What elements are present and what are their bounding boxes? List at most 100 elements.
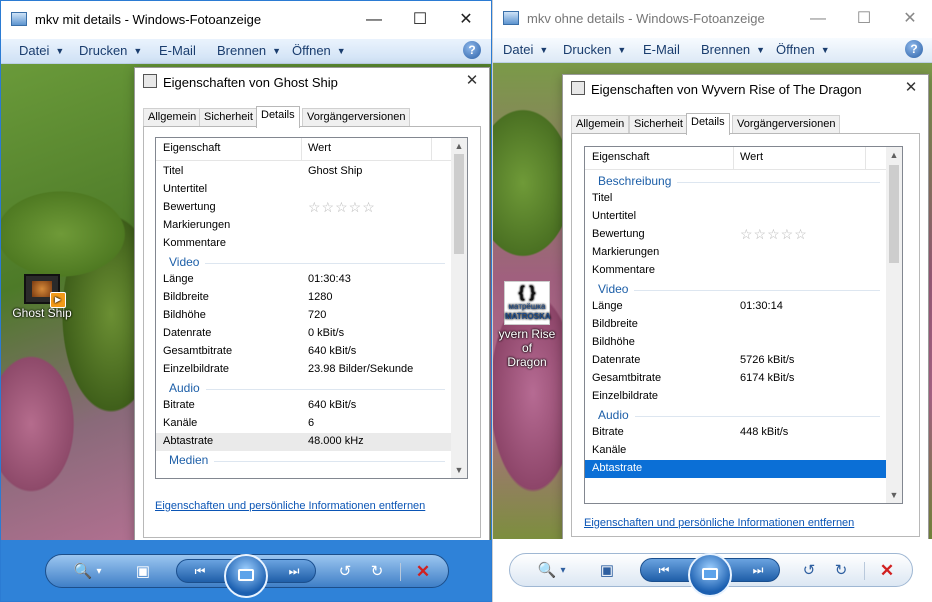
scroll-up-icon[interactable]: ▲ bbox=[451, 138, 467, 154]
rotate-clockwise-icon[interactable]: ↻ bbox=[366, 564, 388, 580]
menu-print[interactable]: Drucken ▼ bbox=[79, 43, 142, 58]
property-row[interactable]: Bildbreite bbox=[585, 316, 886, 334]
column-divider[interactable] bbox=[733, 147, 734, 169]
scroll-down-icon[interactable]: ▼ bbox=[451, 462, 467, 478]
vertical-scrollbar[interactable]: ▲ ▼ bbox=[886, 147, 902, 503]
column-divider[interactable] bbox=[865, 147, 866, 169]
tab-security[interactable]: Sicherheit bbox=[629, 115, 688, 133]
maximize-button[interactable]: ☐ bbox=[397, 1, 443, 39]
desktop-file-icon[interactable]: { } матрёшка MATROSKA yvern Rise of Drag… bbox=[493, 281, 561, 369]
property-row[interactable]: Bitrate 448 kBit/s bbox=[585, 424, 886, 442]
tab-previous-versions[interactable]: Vorgängerversionen bbox=[302, 108, 411, 126]
zoom-dropdown-icon[interactable]: ▾ bbox=[552, 563, 574, 579]
group-heading-label: Audio bbox=[169, 381, 200, 395]
slideshow-button[interactable] bbox=[224, 554, 268, 598]
dialog-close-icon[interactable]: ✕ bbox=[900, 77, 922, 99]
previous-icon[interactable]: ⏮ bbox=[189, 564, 211, 579]
scroll-up-icon[interactable]: ▲ bbox=[886, 147, 902, 163]
remove-properties-link[interactable]: Eigenschaften und persönliche Informatio… bbox=[155, 500, 425, 512]
property-row[interactable]: Länge 01:30:14 bbox=[585, 298, 886, 316]
menu-open[interactable]: Öffnen ▼ bbox=[292, 43, 346, 58]
details-list[interactable]: Eigenschaft Wert Beschreibung Titel Untert… bbox=[584, 146, 903, 504]
delete-icon[interactable]: ✕ bbox=[412, 563, 434, 580]
tab-previous-versions[interactable]: Vorgängerversionen bbox=[732, 115, 841, 133]
close-button[interactable]: ✕ bbox=[443, 1, 489, 39]
remove-properties-link[interactable]: Eigenschaften und persönliche Informatio… bbox=[584, 517, 854, 529]
property-row[interactable]: Bewertung ☆☆☆☆☆ bbox=[585, 226, 886, 244]
title-bar[interactable]: mkv mit details - Windows-Fotoanzeige — … bbox=[1, 1, 491, 39]
help-icon[interactable]: ? bbox=[905, 40, 923, 58]
property-row[interactable]: Kommentare bbox=[156, 235, 451, 253]
property-row[interactable]: Datenrate 0 kBit/s bbox=[156, 325, 451, 343]
vertical-scrollbar[interactable]: ▲ ▼ bbox=[451, 138, 467, 478]
menu-file[interactable]: Datei ▼ bbox=[19, 43, 64, 58]
zoom-dropdown-icon[interactable]: ▾ bbox=[88, 564, 110, 580]
property-row[interactable]: Abtastrate bbox=[585, 460, 886, 478]
property-row[interactable]: Bildhöhe bbox=[585, 334, 886, 352]
property-row[interactable]: Markierungen bbox=[156, 217, 451, 235]
property-row[interactable]: Abtastrate 48.000 kHz bbox=[156, 433, 451, 451]
property-row[interactable]: Kommentare bbox=[585, 262, 886, 280]
property-row[interactable]: Einzelbildrate bbox=[585, 388, 886, 406]
previous-icon[interactable]: ⏮ bbox=[653, 563, 675, 578]
scroll-thumb[interactable] bbox=[889, 165, 899, 263]
property-row[interactable]: Datenrate 5726 kBit/s bbox=[585, 352, 886, 370]
rating-stars[interactable]: ☆☆☆☆☆ bbox=[740, 226, 808, 243]
property-row[interactable]: Bitrate 640 kBit/s bbox=[156, 397, 451, 415]
minimize-button[interactable]: — bbox=[795, 0, 841, 38]
property-row[interactable]: Markierungen bbox=[585, 244, 886, 262]
rating-stars[interactable]: ☆☆☆☆☆ bbox=[308, 199, 376, 216]
title-bar[interactable]: mkv ohne details - Windows-Fotoanzeige —… bbox=[493, 0, 932, 38]
tab-general[interactable]: Allgemein bbox=[143, 108, 202, 126]
column-header-value[interactable]: Wert bbox=[740, 151, 763, 163]
property-row[interactable]: Bildhöhe 720 bbox=[156, 307, 451, 325]
tab-security[interactable]: Sicherheit bbox=[199, 108, 258, 126]
delete-icon[interactable]: ✕ bbox=[876, 562, 898, 579]
tab-details[interactable]: Details bbox=[686, 113, 730, 135]
menu-open[interactable]: Öffnen ▼ bbox=[776, 42, 830, 57]
actual-size-icon[interactable]: ▣ bbox=[596, 563, 618, 579]
column-divider[interactable] bbox=[301, 138, 302, 160]
property-row[interactable]: Kanäle 6 bbox=[156, 415, 451, 433]
next-icon[interactable]: ⏭ bbox=[747, 563, 769, 578]
menu-email[interactable]: E-Mail bbox=[159, 43, 196, 58]
property-value: 448 kBit/s bbox=[740, 426, 789, 438]
actual-size-icon[interactable]: ▣ bbox=[132, 564, 154, 580]
column-header-property[interactable]: Eigenschaft bbox=[592, 151, 649, 163]
property-row[interactable]: Kanäle bbox=[585, 442, 886, 460]
rotate-clockwise-icon[interactable]: ↻ bbox=[830, 563, 852, 579]
property-row[interactable]: Bewertung ☆☆☆☆☆ bbox=[156, 199, 451, 217]
tab-general[interactable]: Allgemein bbox=[571, 115, 630, 133]
property-row[interactable]: Gesamtbitrate 6174 kBit/s bbox=[585, 370, 886, 388]
slideshow-button[interactable] bbox=[688, 553, 732, 597]
property-row[interactable]: Länge 01:30:43 bbox=[156, 271, 451, 289]
menu-print[interactable]: Drucken ▼ bbox=[563, 42, 626, 57]
property-row[interactable]: Untertitel bbox=[156, 181, 451, 199]
scroll-thumb[interactable] bbox=[454, 154, 464, 254]
menu-file[interactable]: Datei ▼ bbox=[503, 42, 548, 57]
property-row[interactable]: Untertitel bbox=[585, 208, 886, 226]
dialog-close-icon[interactable]: ✕ bbox=[461, 70, 483, 92]
menu-burn[interactable]: Brennen ▼ bbox=[217, 43, 281, 58]
column-divider[interactable] bbox=[431, 138, 432, 160]
menu-burn[interactable]: Brennen ▼ bbox=[701, 42, 765, 57]
help-icon[interactable]: ? bbox=[463, 41, 481, 59]
maximize-button[interactable]: ☐ bbox=[841, 0, 887, 38]
property-row[interactable]: Titel Ghost Ship bbox=[156, 163, 451, 181]
property-row[interactable]: Bildbreite 1280 bbox=[156, 289, 451, 307]
property-row[interactable]: Einzelbildrate 23.98 Bilder/Sekunde bbox=[156, 361, 451, 379]
rotate-counterclockwise-icon[interactable]: ↺ bbox=[334, 564, 356, 580]
desktop-file-icon[interactable]: ▶ Ghost Ship bbox=[9, 274, 75, 320]
next-icon[interactable]: ⏭ bbox=[283, 564, 305, 579]
minimize-button[interactable]: — bbox=[351, 1, 397, 39]
property-row[interactable]: Gesamtbitrate 640 kBit/s bbox=[156, 343, 451, 361]
property-row[interactable]: Titel bbox=[585, 190, 886, 208]
rotate-counterclockwise-icon[interactable]: ↺ bbox=[798, 563, 820, 579]
close-button[interactable]: ✕ bbox=[887, 0, 932, 38]
menu-email[interactable]: E-Mail bbox=[643, 42, 680, 57]
details-list[interactable]: Eigenschaft Wert Titel Ghost Ship Untertit… bbox=[155, 137, 468, 479]
column-header-property[interactable]: Eigenschaft bbox=[163, 142, 220, 154]
tab-details[interactable]: Details bbox=[256, 106, 300, 128]
scroll-down-icon[interactable]: ▼ bbox=[886, 487, 902, 503]
column-header-value[interactable]: Wert bbox=[308, 142, 331, 154]
